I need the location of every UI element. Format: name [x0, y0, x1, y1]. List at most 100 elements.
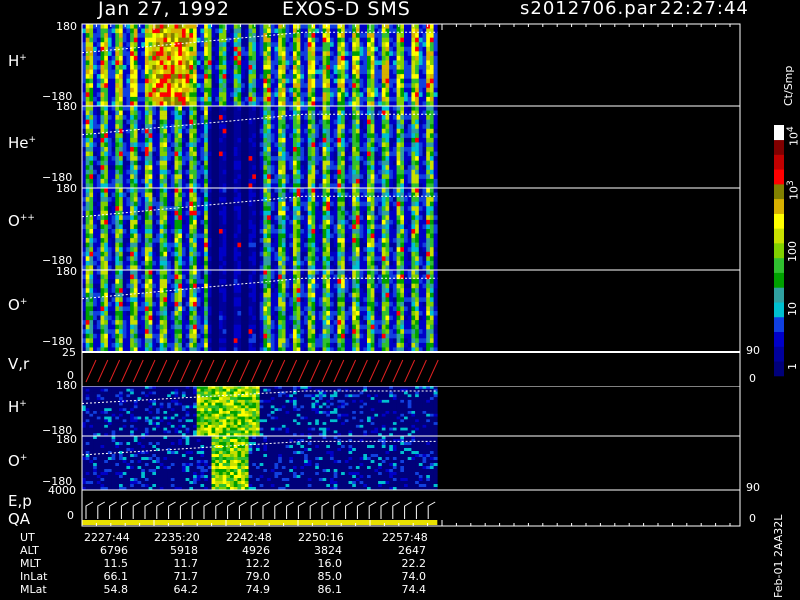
heatmap-cell: [307, 33, 312, 38]
heatmap-cell: [352, 224, 357, 230]
heatmap-cell: [193, 137, 198, 143]
heatmap-cell: [233, 224, 238, 230]
heatmap-cell: [126, 215, 131, 221]
heatmap-cell: [218, 142, 223, 148]
heatmap-cell: [337, 147, 342, 152]
heatmap-cell: [385, 83, 390, 89]
heatmap-cell: [418, 178, 423, 184]
heatmap-cell: [218, 115, 223, 120]
heatmap-cell: [363, 24, 368, 29]
heatmap-cell: [370, 133, 375, 139]
heatmap-cell: [300, 260, 305, 266]
heatmap-cell: [289, 110, 294, 116]
heatmap-cell: [196, 87, 201, 93]
heatmap-cell: [352, 197, 357, 202]
heatmap-cell: [141, 92, 146, 98]
heatmap-cell: [348, 133, 353, 139]
heatmap-cell: [292, 115, 297, 120]
heatmap-cell: [141, 215, 146, 221]
heatmap-cell: [141, 65, 146, 70]
heatmap-cell: [148, 201, 153, 207]
heatmap-cell: [174, 65, 179, 70]
heatmap-cell: [156, 151, 161, 157]
heatmap-cell: [422, 46, 427, 52]
heatmap-cell: [267, 219, 272, 225]
heatmap-cell: [281, 147, 286, 152]
heatmap-cell: [433, 160, 438, 166]
heatmap-cell: [359, 78, 364, 84]
heatmap-cell: [130, 133, 135, 139]
heatmap-cell: [141, 219, 146, 225]
heatmap-cell: [274, 87, 279, 93]
heatmap-cell: [400, 46, 405, 52]
heatmap-cell: [126, 128, 131, 134]
heatmap-cell: [207, 219, 212, 225]
heatmap-cell: [292, 238, 297, 243]
heatmap-cell: [259, 178, 264, 184]
heatmap-cell: [178, 229, 183, 234]
heatmap-cell: [218, 174, 223, 180]
heatmap-cell: [104, 133, 109, 139]
heatmap-cell: [348, 46, 353, 52]
heatmap-cell: [141, 83, 146, 89]
heatmap-cell: [355, 260, 360, 266]
heatmap-cell: [363, 142, 368, 148]
heatmap-cell: [329, 65, 334, 70]
heatmap-cell: [259, 169, 264, 175]
heatmap-cell: [104, 119, 109, 125]
heatmap-cell: [396, 169, 401, 175]
heatmap-cell: [178, 251, 183, 257]
heatmap-cell: [278, 87, 283, 93]
heatmap-cell: [292, 147, 297, 152]
heatmap-cell: [137, 174, 142, 180]
heatmap-cell: [341, 147, 346, 152]
heatmap-cell: [178, 65, 183, 70]
heatmap-cell: [315, 238, 320, 243]
heatmap-cell: [337, 247, 342, 253]
heatmap-cell: [233, 206, 238, 212]
heatmap-cell: [274, 92, 279, 98]
heatmap-cell: [126, 42, 131, 48]
heatmap-cell: [267, 224, 272, 230]
heatmap-cell: [111, 197, 116, 202]
heatmap-cell: [152, 197, 157, 202]
heatmap-cell: [326, 238, 331, 243]
heatmap-cell: [248, 24, 253, 29]
heatmap-cell: [159, 87, 164, 93]
heatmap-cell: [337, 74, 342, 79]
heatmap-cell: [385, 201, 390, 207]
heatmap-cell: [304, 46, 309, 52]
heatmap-cell: [144, 233, 149, 239]
heatmap-cell: [385, 233, 390, 239]
heatmap-cell: [137, 233, 142, 239]
heatmap-cell: [389, 96, 394, 102]
heatmap-cell: [133, 37, 138, 43]
heatmap-cell: [433, 169, 438, 175]
heatmap-cell: [252, 206, 257, 212]
heatmap-cell: [218, 215, 223, 221]
heatmap-cell: [274, 169, 279, 175]
heatmap-cell: [244, 74, 249, 79]
heatmap-cell: [89, 110, 94, 116]
heatmap-cell: [337, 69, 342, 75]
heatmap-cell: [163, 51, 168, 57]
heatmap-cell: [263, 110, 268, 116]
heatmap-cell: [122, 74, 127, 79]
heatmap-cell: [341, 51, 346, 57]
heatmap-cell: [389, 242, 394, 248]
heatmap-cell: [359, 115, 364, 120]
heatmap-cell: [144, 156, 149, 161]
heatmap-cell: [204, 247, 209, 253]
heatmap-cell: [400, 65, 405, 70]
heatmap-cell: [370, 46, 375, 52]
heatmap-cell: [326, 224, 331, 230]
heatmap-cell: [200, 28, 205, 34]
heatmap-cell: [115, 251, 120, 257]
heatmap-cell: [378, 206, 383, 212]
heatmap-cell: [130, 96, 135, 102]
heatmap-cell: [300, 160, 305, 166]
heatmap-cell: [152, 160, 157, 166]
heatmap-cell: [341, 87, 346, 93]
heatmap-cell: [359, 169, 364, 175]
heatmap-cell: [329, 137, 334, 143]
